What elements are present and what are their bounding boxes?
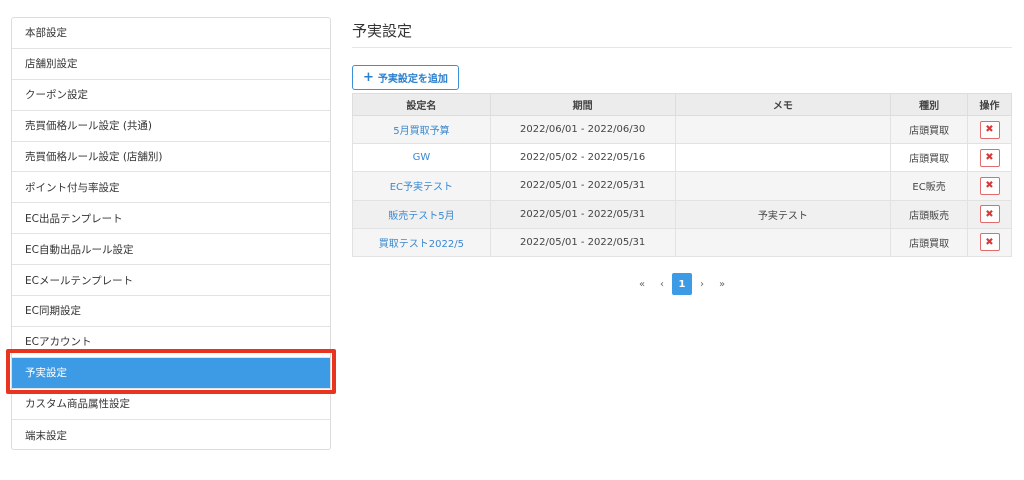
sidebar-item-ec-auto-rule[interactable]: EC自動出品ルール設定 — [12, 234, 330, 266]
action-cell: ✖ — [967, 114, 1012, 145]
period-cell: 2022/05/02 - 2022/05/16 — [489, 143, 676, 173]
col-header-memo: メモ — [674, 93, 892, 116]
memo-cell — [674, 227, 892, 257]
sidebar-item-budget-actual[interactable]: 予実設定 — [12, 357, 330, 389]
memo-cell: 予実テスト — [674, 199, 892, 229]
delete-icon[interactable]: ✖ — [979, 176, 1000, 195]
sidebar-item-terminal[interactable]: 端末設定 — [12, 420, 330, 451]
period-cell: 2022/05/01 - 2022/05/31 — [489, 199, 676, 229]
sidebar-item-ec-template[interactable]: EC出品テンプレート — [12, 203, 330, 235]
col-header-action: 操作 — [967, 93, 1012, 116]
delete-icon[interactable]: ✖ — [979, 233, 1000, 252]
setting-name-link[interactable]: EC予実テスト — [352, 171, 491, 201]
delete-icon[interactable]: ✖ — [979, 205, 1000, 224]
type-cell: 店頭販売 — [890, 199, 969, 229]
title-divider — [352, 47, 1012, 48]
delete-icon[interactable]: ✖ — [979, 120, 1000, 139]
col-header-name: 設定名 — [352, 93, 491, 116]
memo-cell — [674, 114, 892, 145]
sidebar-item-price-rule-common[interactable]: 売買価格ルール設定 (共通) — [12, 111, 330, 142]
pagination: « ‹ 1 › » — [632, 273, 732, 295]
current-page-button[interactable]: 1 — [672, 273, 692, 295]
budget-settings-table: 設定名 期間 メモ 種別 操作 5月買取予算 2022/06/01 - 2022… — [352, 93, 1012, 257]
table-row: GW 2022/05/02 - 2022/05/16 店頭買取 ✖ — [352, 143, 1012, 173]
prev-page-icon[interactable]: ‹ — [652, 273, 672, 295]
sidebar-item-ec-account[interactable]: ECアカウント — [12, 327, 330, 358]
settings-sidebar: 本部設定 店舗別設定 クーポン設定 売買価格ルール設定 (共通) 売買価格ルール… — [11, 17, 331, 450]
sidebar-item-ec-sync[interactable]: EC同期設定 — [12, 296, 330, 327]
setting-name-link[interactable]: 販売テスト5月 — [352, 199, 491, 229]
memo-cell — [674, 171, 892, 201]
next-page-icon[interactable]: › — [692, 273, 712, 295]
setting-name-link[interactable]: 5月買取予算 — [352, 114, 491, 145]
delete-icon[interactable]: ✖ — [979, 148, 1000, 167]
add-budget-setting-button[interactable]: + 予実設定を追加 — [352, 65, 459, 90]
page-title: 予実設定 — [352, 22, 413, 40]
add-button-label: 予実設定を追加 — [377, 74, 448, 85]
period-cell: 2022/06/01 - 2022/06/30 — [489, 114, 676, 145]
table-row: 5月買取予算 2022/06/01 - 2022/06/30 店頭買取 ✖ — [352, 114, 1012, 145]
sidebar-item-store[interactable]: 店舗別設定 — [12, 49, 330, 80]
sidebar-item-point-rate[interactable]: ポイント付与率設定 — [12, 172, 330, 204]
type-cell: 店頭買取 — [890, 227, 969, 257]
type-cell: EC販売 — [890, 171, 969, 201]
action-cell: ✖ — [967, 227, 1012, 257]
action-cell: ✖ — [967, 199, 1012, 229]
plus-icon: + — [363, 70, 374, 85]
main-content: 予実設定 + 予実設定を追加 設定名 期間 メモ 種別 操作 5月買取予算 20… — [352, 17, 1012, 295]
setting-name-link[interactable]: 買取テスト2022/5 — [352, 227, 491, 257]
type-cell: 店頭買取 — [890, 114, 969, 145]
table-row: 買取テスト2022/5 2022/05/01 - 2022/05/31 店頭買取… — [352, 227, 1012, 257]
sidebar-item-custom-attributes[interactable]: カスタム商品属性設定 — [12, 389, 330, 420]
sidebar-item-price-rule-store[interactable]: 売買価格ルール設定 (店舗別) — [12, 142, 330, 173]
type-cell: 店頭買取 — [890, 143, 969, 173]
period-cell: 2022/05/01 - 2022/05/31 — [489, 171, 676, 201]
sidebar-item-coupon[interactable]: クーポン設定 — [12, 80, 330, 111]
table-row: 販売テスト5月 2022/05/01 - 2022/05/31 予実テスト 店頭… — [352, 199, 1012, 229]
col-header-period: 期間 — [489, 93, 676, 116]
col-header-type: 種別 — [890, 93, 969, 116]
first-page-icon[interactable]: « — [632, 273, 652, 295]
memo-cell — [674, 143, 892, 173]
table-row: EC予実テスト 2022/05/01 - 2022/05/31 EC販売 ✖ — [352, 171, 1012, 201]
setting-name-link[interactable]: GW — [352, 143, 491, 173]
last-page-icon[interactable]: » — [712, 273, 732, 295]
action-cell: ✖ — [967, 171, 1012, 201]
table-header-row: 設定名 期間 メモ 種別 操作 — [352, 93, 1012, 116]
sidebar-item-honbu[interactable]: 本部設定 — [12, 18, 330, 49]
period-cell: 2022/05/01 - 2022/05/31 — [489, 227, 676, 257]
action-cell: ✖ — [967, 143, 1012, 173]
sidebar-item-ec-mail-template[interactable]: ECメールテンプレート — [12, 265, 330, 297]
